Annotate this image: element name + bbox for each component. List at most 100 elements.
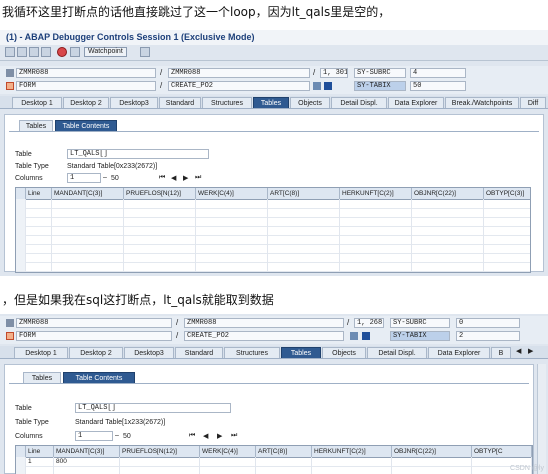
row-selector[interactable]	[16, 217, 26, 226]
tab-desktop-2[interactable]: Desktop 2	[69, 347, 123, 358]
columns-from-input[interactable]: 1	[67, 173, 101, 183]
tab-structures[interactable]: Structures	[224, 347, 280, 358]
display-icon[interactable]	[350, 332, 358, 340]
tab-b[interactable]: B	[491, 347, 511, 358]
table-cell	[340, 253, 412, 262]
tab-diff[interactable]: Diff	[520, 97, 546, 108]
tab-desktop-2[interactable]: Desktop 2	[63, 97, 109, 108]
row-selector[interactable]	[16, 262, 26, 271]
continue-icon[interactable]	[41, 47, 51, 57]
tab-detail-displ[interactable]: Detail Displ.	[367, 347, 427, 358]
last-page-icon[interactable]: ⏭	[231, 432, 237, 440]
table-name-input[interactable]: LT_QALS[]	[75, 403, 231, 413]
breakpoint-icon[interactable]	[70, 47, 80, 57]
column-header[interactable]: ART[C(8)]	[268, 188, 340, 199]
row-selector[interactable]	[16, 235, 26, 244]
next-page-icon[interactable]: ▶	[183, 174, 188, 182]
watchpoint-button[interactable]: Watchpoint	[84, 47, 127, 57]
row-selector[interactable]	[16, 457, 26, 466]
tab-data-explorer[interactable]: Data Explorer	[388, 97, 444, 108]
table-cell	[52, 235, 124, 244]
tab-objects[interactable]: Objects	[290, 97, 330, 108]
column-header[interactable]: OBJNR[C(22)]	[412, 188, 484, 199]
info-icon[interactable]	[324, 82, 332, 90]
include-field: ZMMR088	[168, 68, 310, 78]
first-page-icon[interactable]: ⏮	[159, 174, 165, 182]
column-header[interactable]: HERKUNFT[C(2)]	[312, 446, 392, 457]
row-selector[interactable]	[16, 253, 26, 262]
column-header[interactable]: ART[C(8)]	[256, 446, 312, 457]
tab-standard[interactable]: Standard	[159, 97, 201, 108]
row-selector[interactable]	[16, 226, 26, 235]
stop-icon[interactable]	[57, 47, 67, 57]
tab-scroll-right-icon[interactable]: ▶	[528, 347, 533, 355]
tab-tables[interactable]: Tables	[281, 347, 321, 358]
tab-tables[interactable]: Tables	[253, 97, 289, 108]
last-page-icon[interactable]: ⏭	[195, 174, 201, 182]
table-cell	[256, 466, 312, 474]
tab-desktop-1[interactable]: Desktop 1	[14, 347, 68, 358]
subtab-table-contents[interactable]: Table Contents	[55, 120, 117, 131]
column-header[interactable]: PRUEFLOS[N(12)]	[120, 446, 200, 457]
sysvar2-value: 2	[456, 331, 520, 341]
row-selector[interactable]	[16, 199, 26, 208]
tab-desktop-1[interactable]: Desktop 1	[12, 97, 62, 108]
table-row[interactable]	[16, 262, 530, 272]
select-all-cell[interactable]	[16, 188, 26, 199]
subtab-tables[interactable]: Tables	[23, 372, 61, 383]
next-page-icon[interactable]: ▶	[217, 432, 222, 440]
table-cell	[484, 235, 530, 244]
column-header[interactable]: MANDANT[C(3)]	[52, 188, 124, 199]
tab-standard[interactable]: Standard	[175, 347, 223, 358]
column-header[interactable]: MANDANT[C(3)]	[54, 446, 120, 457]
column-header[interactable]: HERKUNFT[C(2)]	[340, 188, 412, 199]
return-icon[interactable]	[29, 47, 39, 57]
tab-break-watchpoints[interactable]: Break./Watchpoints	[445, 97, 519, 108]
column-header[interactable]: Line	[26, 188, 52, 199]
table-cell	[26, 199, 52, 208]
row-selector[interactable]	[16, 244, 26, 253]
info-icon[interactable]	[362, 332, 370, 340]
prev-page-icon[interactable]: ◀	[171, 174, 176, 182]
column-header[interactable]: OBJNR[C(22)]	[392, 446, 472, 457]
column-header[interactable]: Line	[26, 446, 54, 457]
tab-scroll-left-icon[interactable]: ◀	[516, 347, 521, 355]
table-cell	[268, 199, 340, 208]
prev-page-icon[interactable]: ◀	[203, 432, 208, 440]
select-all-cell[interactable]	[16, 446, 26, 457]
display-icon[interactable]	[313, 82, 321, 90]
row-selector[interactable]	[16, 466, 26, 474]
step-icon[interactable]	[5, 47, 15, 57]
tab-objects[interactable]: Objects	[322, 347, 366, 358]
column-header[interactable]: WERK[C(4)]	[196, 188, 268, 199]
tab-desktop-3[interactable]: Desktop3	[124, 347, 174, 358]
columns-from-input[interactable]: 1	[75, 431, 113, 441]
row-selector[interactable]	[16, 208, 26, 217]
column-header[interactable]: OBTYP[C	[472, 446, 532, 457]
event-type-field: FORM	[16, 81, 156, 91]
first-page-icon[interactable]: ⏮	[189, 432, 195, 440]
subtab-table-contents[interactable]: Table Contents	[63, 372, 135, 383]
layout-icon[interactable]	[140, 47, 150, 57]
tab-data-explorer[interactable]: Data Explorer	[428, 347, 490, 358]
tab-desktop-3[interactable]: Desktop3	[110, 97, 158, 108]
table-cell	[340, 217, 412, 226]
sysvar2-value: 50	[410, 81, 466, 91]
desktop-tabs-2: Desktop 1 Desktop 2 Desktop3 Standard St…	[0, 346, 548, 359]
table-cell	[196, 262, 268, 271]
right-scrollbar[interactable]	[537, 364, 546, 474]
table-name-input[interactable]: LT_QALS[]	[67, 149, 209, 159]
subtab-tables[interactable]: Tables	[19, 120, 53, 131]
step-over-icon[interactable]	[17, 47, 27, 57]
table-contents-grid-2: Line MANDANT[C(3)] PRUEFLOS[N(12)] WERK[C(4…	[15, 445, 533, 474]
column-header[interactable]: WERK[C(4)]	[200, 446, 256, 457]
sysvar1-name: SY-SUBRC	[390, 318, 450, 328]
tab-detail-displ[interactable]: Detail Displ.	[331, 97, 387, 108]
tab-structures[interactable]: Structures	[202, 97, 252, 108]
table-row[interactable]	[16, 466, 532, 474]
table-cell	[26, 208, 52, 217]
column-header[interactable]: OBTYP[C(3)]	[484, 188, 530, 199]
info-bar-2: ZMMR088 / ZMMR088 / 1, 268 SY-SUBRC 0 FO…	[0, 316, 548, 344]
column-header[interactable]: PRUEFLOS[N(12)]	[124, 188, 196, 199]
table-cell	[124, 217, 196, 226]
